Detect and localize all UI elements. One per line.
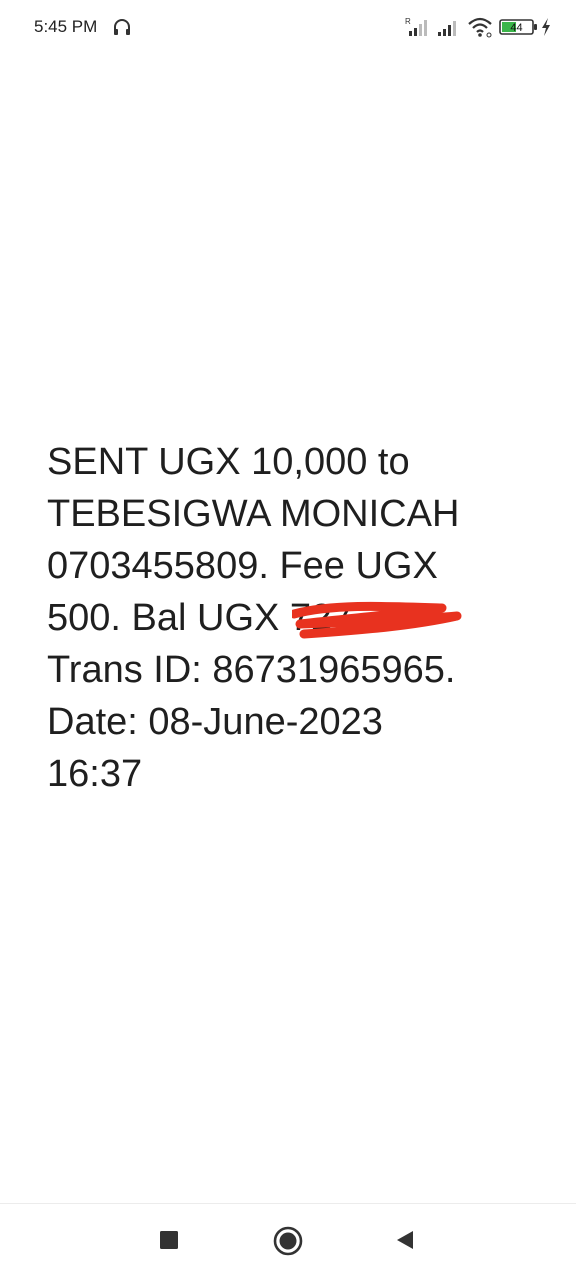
message-line: SENT UGX 10,000 to — [47, 441, 410, 483]
battery-level: 44 — [510, 22, 522, 34]
wifi-icon — [468, 17, 492, 38]
recents-icon[interactable] — [157, 1228, 181, 1252]
message-line: 0703455809. Fee UGX — [47, 545, 438, 587]
message-line: TEBESIGWA MONICAH — [47, 493, 460, 535]
message-line: 16:37 — [47, 753, 143, 795]
message-line: Trans ID: 86731965965. — [47, 649, 456, 691]
message-line: Date: 08-June-2023 — [47, 701, 383, 743]
home-icon[interactable] — [272, 1225, 304, 1257]
roaming-indicator: R — [405, 17, 411, 26]
redacted-balance: 727. — [290, 592, 462, 644]
signal-icon — [438, 21, 456, 36]
status-time: 5:45 PM — [34, 17, 98, 36]
balance-label: 500. Bal UGX — [47, 597, 290, 639]
back-icon[interactable] — [393, 1228, 417, 1252]
battery-icon: 44 — [499, 19, 537, 35]
message-line-balance: 500. Bal UGX 727. — [47, 592, 547, 644]
headset-icon — [114, 19, 130, 35]
signal-icon: R — [405, 17, 427, 36]
charging-icon — [542, 18, 550, 36]
sms-message-body: SENT UGX 10,000 to TEBESIGWA MONICAH 070… — [47, 436, 547, 800]
navigation-bar — [0, 1204, 576, 1280]
redaction-scribble — [291, 601, 462, 639]
status-bar: 5:45 PM R 44 — [0, 0, 576, 56]
